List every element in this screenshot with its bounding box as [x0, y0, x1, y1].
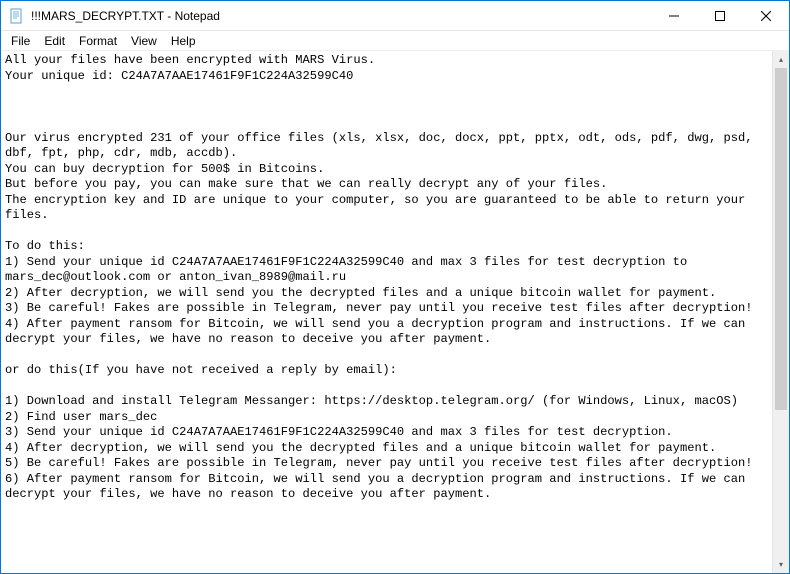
menubar: File Edit Format View Help	[1, 31, 789, 51]
close-icon	[761, 11, 771, 21]
minimize-button[interactable]	[651, 1, 697, 31]
content-wrap: All your files have been encrypted with …	[1, 51, 789, 573]
scroll-track[interactable]	[773, 68, 789, 556]
maximize-icon	[715, 11, 725, 21]
maximize-button[interactable]	[697, 1, 743, 31]
minimize-icon	[669, 11, 679, 21]
vertical-scrollbar[interactable]: ▴ ▾	[772, 51, 789, 573]
notepad-icon	[9, 8, 25, 24]
scroll-down-arrow-icon[interactable]: ▾	[773, 556, 789, 573]
menu-format[interactable]: Format	[73, 33, 123, 49]
menu-help[interactable]: Help	[165, 33, 202, 49]
window-controls	[651, 1, 789, 31]
close-button[interactable]	[743, 1, 789, 31]
scroll-up-arrow-icon[interactable]: ▴	[773, 51, 789, 68]
menu-edit[interactable]: Edit	[38, 33, 71, 49]
text-area[interactable]: All your files have been encrypted with …	[1, 51, 772, 573]
titlebar: !!!MARS_DECRYPT.TXT - Notepad	[1, 1, 789, 31]
scroll-thumb[interactable]	[775, 68, 787, 410]
menu-file[interactable]: File	[5, 33, 36, 49]
titlebar-left: !!!MARS_DECRYPT.TXT - Notepad	[9, 8, 220, 24]
menu-view[interactable]: View	[125, 33, 163, 49]
window-title: !!!MARS_DECRYPT.TXT - Notepad	[31, 9, 220, 23]
notepad-window: !!!MARS_DECRYPT.TXT - Notepad File Edit …	[0, 0, 790, 574]
